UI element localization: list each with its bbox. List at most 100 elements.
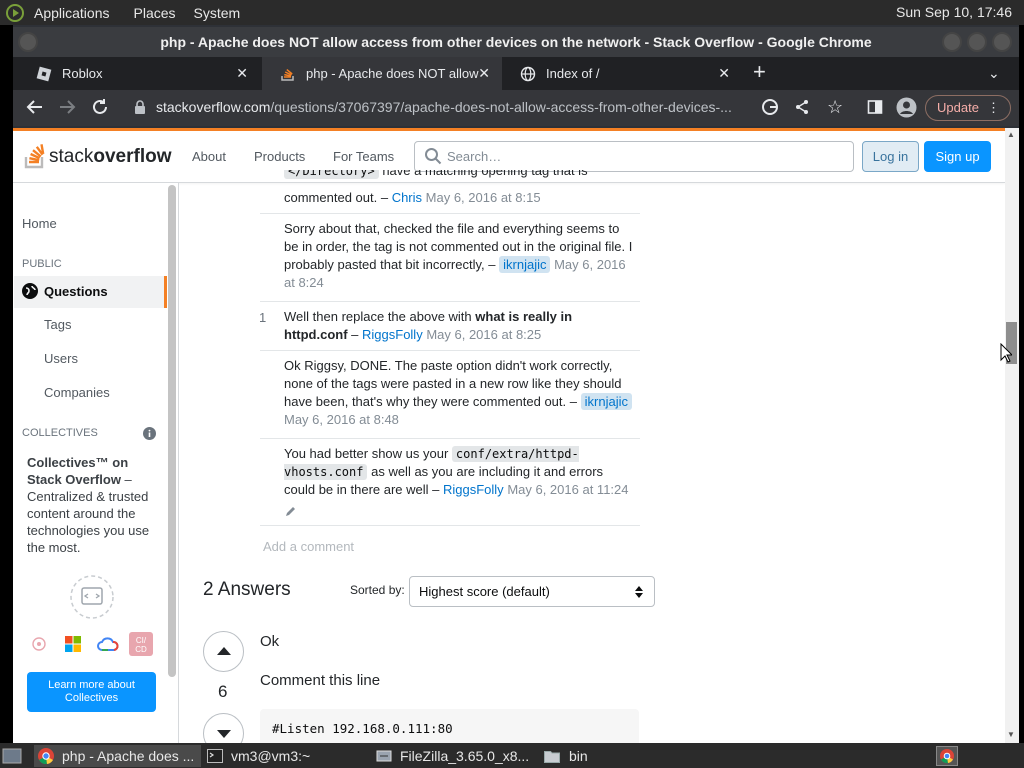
stackoverflow-logo-icon[interactable] xyxy=(24,139,46,169)
folder-icon xyxy=(544,751,560,763)
comment-time[interactable]: May 6, 2016 at 8:48 xyxy=(284,412,399,427)
reload-icon[interactable] xyxy=(91,98,109,116)
comment-item: Ok Riggsy, DONE. The paste option didn't… xyxy=(284,357,634,429)
close-tab-icon[interactable]: ✕ xyxy=(718,57,730,90)
logo-text-overflow: overflow xyxy=(93,146,172,167)
tab-label: php - Apache does NOT allow xyxy=(306,66,479,81)
taskbar-item-terminal[interactable]: vm3@vm3:~ xyxy=(205,745,365,767)
close-tab-icon[interactable]: ✕ xyxy=(478,57,490,90)
logo-text-stack: stack xyxy=(49,146,94,167)
comment-time[interactable]: May 6, 2016 at 11:24 xyxy=(507,482,628,497)
window-menu-button[interactable] xyxy=(18,32,38,52)
close-window-button[interactable] xyxy=(992,32,1012,52)
taskbar-label: php - Apache does ... xyxy=(62,748,195,764)
comment-text: Well then replace the above with xyxy=(284,309,476,324)
scroll-down-arrow-icon[interactable]: ▼ xyxy=(1007,730,1015,739)
more-menu-icon[interactable]: ⋮ xyxy=(987,96,1000,120)
menu-places[interactable]: Places xyxy=(134,5,176,21)
answer-score: 6 xyxy=(218,682,228,701)
ci-cd-logo-icon: CI/CD xyxy=(129,632,153,656)
top-panel: Applications Places System Sun Sep 10, 1… xyxy=(0,0,1024,25)
comment-dash: – xyxy=(569,394,577,409)
taskbar-item-filezilla[interactable]: FileZilla_3.65.0_x8... xyxy=(374,745,534,767)
comment-text: You had better show us your xyxy=(284,446,452,461)
comment-code: </Directory> xyxy=(284,170,379,179)
nav-products[interactable]: Products xyxy=(254,149,305,164)
microsoft-logo-icon xyxy=(65,636,81,652)
profile-avatar-icon[interactable] xyxy=(896,97,917,118)
sidebar-item-users[interactable]: Users xyxy=(44,351,78,366)
comment-time[interactable]: May 6, 2016 at 8:15 xyxy=(426,190,541,205)
back-icon[interactable] xyxy=(26,98,44,116)
tab-stackoverflow[interactable]: php - Apache does NOT allow ✕ xyxy=(262,57,502,90)
comment-divider xyxy=(260,525,640,526)
comment-divider xyxy=(260,213,640,214)
chrome-icon xyxy=(38,748,54,764)
comment-item: You had better show us your conf/extra/h… xyxy=(284,445,634,499)
signup-button[interactable]: Sign up xyxy=(924,141,991,172)
close-tab-icon[interactable]: ✕ xyxy=(236,57,248,90)
sidebar-item-tags[interactable]: Tags xyxy=(44,317,71,332)
lock-icon[interactable] xyxy=(134,100,146,114)
tab-roblox[interactable]: Roblox ✕ xyxy=(18,57,260,90)
show-desktop-icon[interactable] xyxy=(2,748,22,764)
new-tab-icon[interactable]: + xyxy=(753,61,766,83)
comment-user-link[interactable]: RiggsFolly xyxy=(443,482,504,497)
side-panel-icon[interactable] xyxy=(867,99,883,115)
update-button[interactable]: Update ⋮ xyxy=(925,95,1011,121)
terminal-icon xyxy=(207,749,223,763)
sort-select-value: Highest score (default) xyxy=(419,584,550,599)
login-button[interactable]: Log in xyxy=(862,141,919,172)
google-lens-icon[interactable] xyxy=(761,98,779,116)
comment-user-link[interactable]: Chris xyxy=(392,190,422,205)
so-logo-text[interactable]: stackoverflow xyxy=(49,146,171,168)
sidebar-scrollbar[interactable] xyxy=(168,185,176,677)
scroll-up-arrow-icon[interactable]: ▲ xyxy=(1007,130,1015,139)
upvote-button[interactable] xyxy=(203,631,244,672)
maximize-button[interactable] xyxy=(967,32,987,52)
sort-select[interactable]: Highest score (default) xyxy=(409,576,655,607)
url-host: stackoverflow.com xyxy=(156,99,271,115)
taskbar-label: bin xyxy=(569,748,588,764)
globe-icon xyxy=(22,283,38,299)
comment-user-link[interactable]: ikrnjajic xyxy=(580,393,632,410)
menu-system[interactable]: System xyxy=(194,5,241,21)
sidebar-item-companies[interactable]: Companies xyxy=(44,385,110,400)
comment-item: Well then replace the above with what is… xyxy=(284,308,634,344)
taskbar-item-bin[interactable]: bin xyxy=(543,745,663,767)
menu-applications[interactable]: Applications xyxy=(34,5,110,21)
page-scrollbar[interactable] xyxy=(1005,128,1019,743)
learn-more-collectives-button[interactable]: Learn more about Collectives xyxy=(27,672,156,712)
add-comment-link[interactable]: Add a comment xyxy=(263,539,354,554)
upvote-arrow-icon xyxy=(217,647,231,655)
mouse-cursor-icon xyxy=(1000,343,1012,363)
taskbar-item-chrome[interactable]: php - Apache does ... xyxy=(34,745,201,767)
address-bar[interactable]: stackoverflow.com/questions/37067397/apa… xyxy=(127,93,907,122)
sidebar-label-questions: Questions xyxy=(44,284,108,299)
info-icon[interactable] xyxy=(143,427,156,440)
clock[interactable]: Sun Sep 10, 17:46 xyxy=(896,4,1012,20)
forward-icon[interactable] xyxy=(58,98,76,116)
share-icon[interactable] xyxy=(794,99,810,115)
search-input[interactable]: Search… xyxy=(414,141,854,172)
comment-user-link[interactable]: ikrnjajic xyxy=(499,256,551,273)
tab-index[interactable]: Index of / ✕ xyxy=(502,57,742,90)
tab-search-chevron-icon[interactable]: ⌄ xyxy=(988,63,1000,83)
minimize-button[interactable] xyxy=(942,32,962,52)
comment-score: 1 xyxy=(259,310,267,325)
edit-pencil-icon[interactable] xyxy=(285,505,297,517)
comment-partial-top: </Directory> have a matching opening tag… xyxy=(284,170,634,183)
nav-for-teams[interactable]: For Teams xyxy=(333,149,394,164)
downvote-arrow-icon xyxy=(217,730,231,738)
collectives-promo: Collectives™ on Stack Overflow – Central… xyxy=(27,454,155,556)
sidebar-item-home[interactable]: Home xyxy=(22,216,57,231)
taskbar-label: vm3@vm3:~ xyxy=(231,748,311,764)
bookmark-star-icon[interactable]: ☆ xyxy=(827,97,843,117)
comment-user-link[interactable]: RiggsFolly xyxy=(362,327,423,342)
distro-logo-icon[interactable] xyxy=(6,3,24,22)
nav-about[interactable]: About xyxy=(192,149,226,164)
comment-time[interactable]: May 6, 2016 at 8:25 xyxy=(426,327,541,342)
comment-text: have a matching opening tag that is xyxy=(378,170,588,178)
window-title: php - Apache does NOT allow access from … xyxy=(13,27,1019,57)
tray-chrome-icon[interactable] xyxy=(936,746,958,766)
